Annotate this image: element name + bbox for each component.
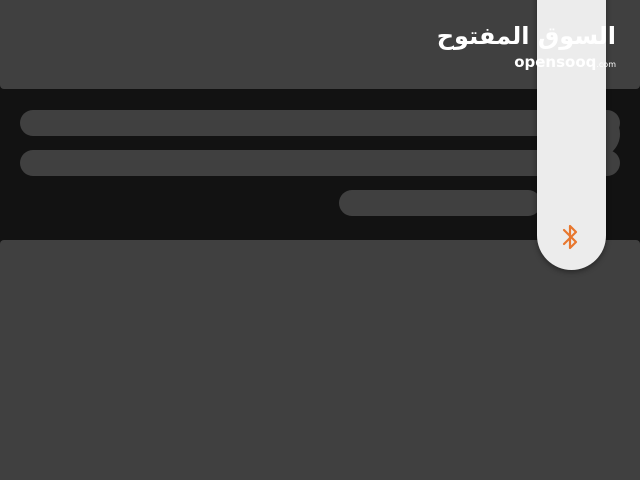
opensooq-logo[interactable]: السوق المفتوح opensooq.com <box>416 20 616 80</box>
logo-arabic-text: السوق المفتوح <box>436 22 616 50</box>
bluetooth-icon[interactable] <box>557 222 583 252</box>
logo-latin-name: opensooq <box>514 53 597 71</box>
logo-latin-text: opensooq.com <box>416 52 616 75</box>
skeleton-bar-1 <box>20 110 620 136</box>
logo-suffix: .com <box>596 60 616 69</box>
skeleton-bar-2 <box>20 150 620 176</box>
skeleton-bar-3 <box>339 190 541 216</box>
content-placeholder <box>0 240 640 480</box>
